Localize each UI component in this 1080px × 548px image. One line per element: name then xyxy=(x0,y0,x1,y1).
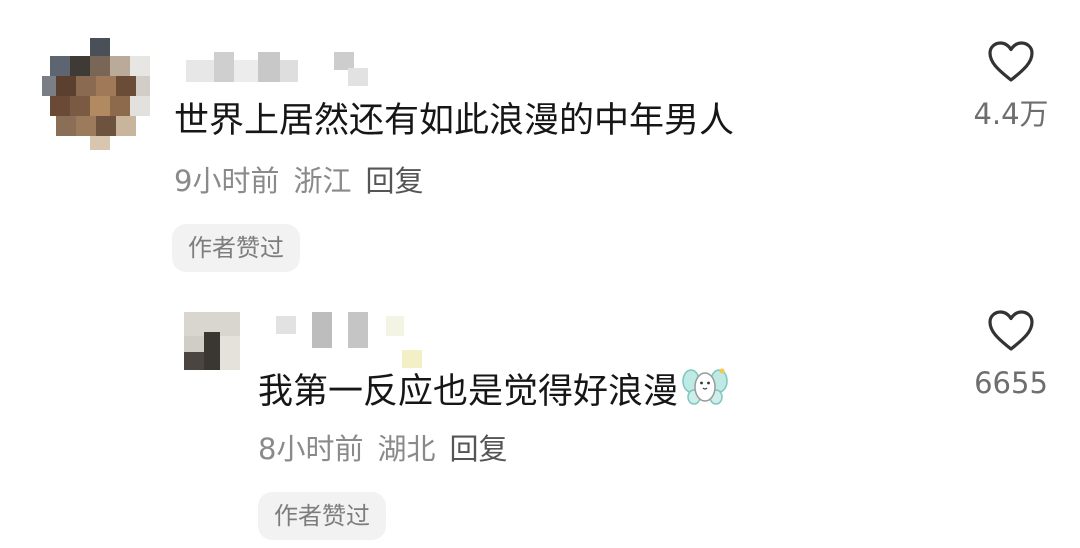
like-count: 4.4万 xyxy=(973,97,1049,131)
reply-location: 湖北 xyxy=(377,432,436,466)
reply-button[interactable]: 回复 xyxy=(449,432,507,466)
like-button[interactable]: 4.4万 xyxy=(951,40,1071,132)
username[interactable] xyxy=(186,52,376,88)
reply-meta: 8小时前 湖北 回复 xyxy=(258,430,521,468)
comment-location: 浙江 xyxy=(293,164,352,198)
heart-icon xyxy=(988,310,1034,351)
like-button[interactable]: 6655 xyxy=(951,309,1071,401)
author-liked-badge: 作者赞过 xyxy=(258,492,386,540)
reply-button[interactable]: 回复 xyxy=(365,164,423,198)
fairy-emoji-icon xyxy=(682,365,728,421)
heart-icon xyxy=(988,41,1034,82)
comment-time: 9小时前 xyxy=(174,164,280,198)
username[interactable] xyxy=(272,312,432,370)
author-liked-badge: 作者赞过 xyxy=(172,224,300,272)
comment-meta: 9小时前 浙江 回复 xyxy=(174,162,437,200)
like-count: 6655 xyxy=(974,366,1048,400)
reply-time: 8小时前 xyxy=(258,432,364,466)
reply-text: 我第一反应也是觉得好浪漫 xyxy=(258,365,728,421)
avatar[interactable] xyxy=(184,312,240,370)
avatar[interactable] xyxy=(42,38,150,150)
comment-text: 世界上居然还有如此浪漫的中年男人 xyxy=(174,101,735,141)
